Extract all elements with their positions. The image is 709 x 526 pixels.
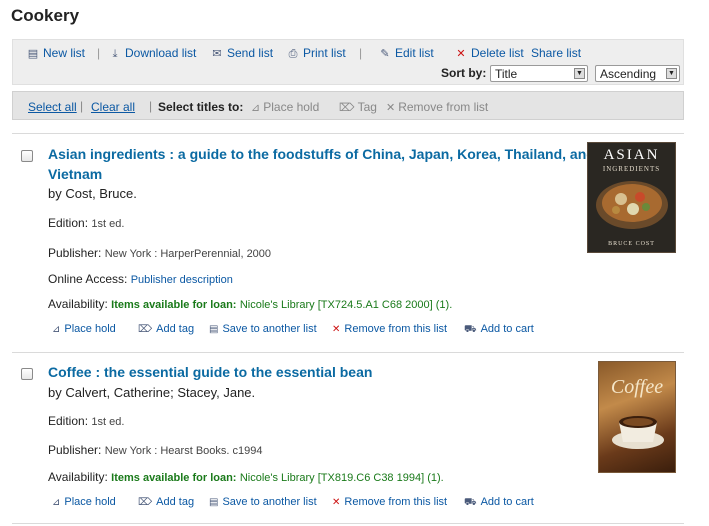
book-cover-image[interactable]: Coffee — [598, 361, 676, 473]
save-to-another-list-button[interactable]: ▤ Save to another list — [209, 496, 317, 508]
close-icon: ✕ — [386, 102, 396, 114]
delete-icon: ✕ — [456, 48, 466, 60]
add-tag-button[interactable]: ⌦ Add tag — [138, 323, 194, 335]
sort-order-select[interactable]: Ascending ▼ — [595, 65, 680, 82]
add-to-cart-button[interactable]: ⛟ Add to cart — [464, 323, 534, 337]
cart-icon: ⛟ — [464, 497, 477, 508]
selection-bar: Select all | Clear all | Select titles t… — [12, 91, 684, 120]
result-edition: Edition: 1st ed. — [48, 216, 125, 230]
hold-icon: ⊿ — [52, 324, 61, 335]
result-title-link[interactable]: Coffee : the essential guide to the esse… — [48, 362, 372, 382]
new-list-icon: ▤ — [27, 48, 39, 60]
place-hold-button[interactable]: ⊿ Place hold — [52, 496, 116, 508]
page-title: Cookery — [11, 6, 80, 25]
select-titles-label: Select titles to: — [158, 100, 244, 114]
sort-by-label: Sort by: — [441, 66, 487, 80]
divider — [12, 352, 684, 353]
remove-from-this-list-button[interactable]: ✕ Remove from this list — [332, 323, 447, 335]
remove-icon: ✕ — [332, 497, 341, 508]
list-icon: ▤ — [209, 497, 219, 508]
result-publisher: Publisher: New York : Hearst Books. c199… — [48, 443, 263, 457]
select-all-link[interactable]: Select all — [28, 100, 77, 114]
download-icon: ⤓ — [112, 48, 118, 60]
print-list-button[interactable]: ⎙ Print list — [287, 46, 346, 61]
tag-disabled: ⌦ Tag — [339, 100, 377, 114]
select-checkbox[interactable] — [21, 150, 33, 162]
cart-icon: ⛟ — [464, 324, 477, 335]
delete-list-button[interactable]: ✕ Delete list — [455, 46, 523, 60]
result-author: by Calvert, Catherine; Stacey, Jane. — [48, 385, 256, 400]
sort-field-select[interactable]: Title ▼ — [490, 65, 588, 82]
chevron-down-icon: ▼ — [574, 68, 585, 79]
book-cover-image[interactable]: ASIAN INGREDIENTS BRUCE COST — [587, 142, 676, 253]
hold-icon: ⊿ — [251, 102, 261, 114]
result-availability: Availability: Items available for loan: … — [48, 470, 444, 484]
place-hold-disabled: ⊿ Place hold — [251, 100, 320, 114]
select-checkbox[interactable] — [21, 368, 33, 380]
save-to-another-list-button[interactable]: ▤ Save to another list — [209, 323, 317, 335]
place-hold-button[interactable]: ⊿ Place hold — [52, 323, 116, 335]
add-tag-button[interactable]: ⌦ Add tag — [138, 496, 194, 508]
list-toolbar: ▤ New list | ⤓ Download list ✉ Send list ⎙ P… — [12, 39, 684, 85]
remove-from-list-disabled: ✕ Remove from list — [386, 100, 489, 114]
envelope-icon: ✉ — [212, 48, 222, 60]
clear-all-link[interactable]: Clear all — [91, 100, 135, 114]
tag-icon: ⌦ — [339, 102, 355, 114]
send-list-button[interactable]: ✉ Send list — [211, 46, 273, 60]
tag-icon: ⌦ — [138, 497, 153, 508]
edit-icon: ✎ — [380, 48, 390, 60]
remove-icon: ✕ — [332, 324, 341, 335]
publisher-description-link[interactable]: Publisher description — [131, 274, 233, 286]
result-edition: Edition: 1st ed. — [48, 414, 125, 428]
new-list-button[interactable]: ▤ New list — [27, 46, 85, 60]
food-illustration — [596, 181, 668, 229]
divider — [12, 523, 684, 524]
list-icon: ▤ — [209, 324, 219, 335]
add-to-cart-button[interactable]: ⛟ Add to cart — [464, 496, 534, 510]
result-author: by Cost, Bruce. — [48, 186, 137, 201]
result-publisher: Publisher: New York : HarperPerennial, 2… — [48, 246, 272, 260]
result-availability: Availability: Items available for loan: … — [48, 297, 453, 311]
printer-icon: ⎙ — [288, 48, 298, 60]
share-list-button[interactable]: Share list — [531, 46, 581, 60]
remove-from-this-list-button[interactable]: ✕ Remove from this list — [332, 496, 447, 508]
tag-icon: ⌦ — [138, 324, 153, 335]
divider — [12, 133, 684, 134]
hold-icon: ⊿ — [52, 497, 61, 508]
coffee-cup-illustration — [612, 416, 664, 449]
download-list-button[interactable]: ⤓ Download list — [109, 46, 197, 61]
result-online-access: Online Access: Publisher description — [48, 272, 233, 286]
chevron-down-icon: ▼ — [666, 68, 677, 79]
edit-list-button[interactable]: ✎ Edit list — [379, 46, 433, 60]
result-title-link[interactable]: Asian ingredients : a guide to the foods… — [48, 144, 595, 184]
